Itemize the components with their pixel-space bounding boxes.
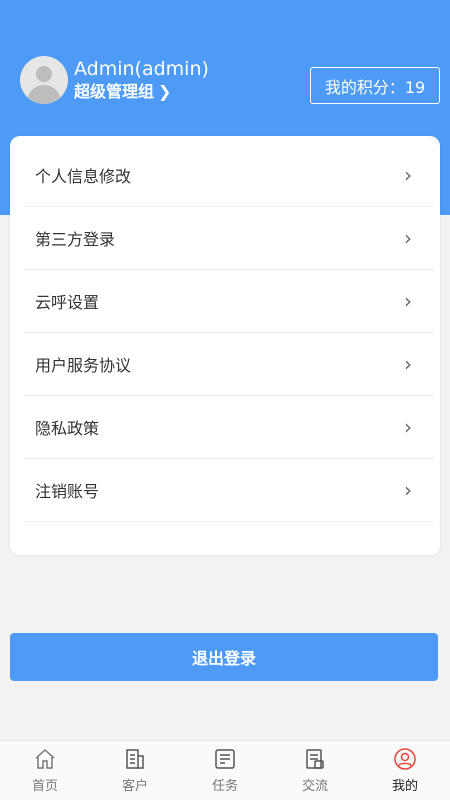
user-group-label: 超级管理组 (74, 82, 155, 101)
tab-mine[interactable]: 我的 (360, 741, 450, 800)
points-badge[interactable]: 我的积分：19 (310, 67, 440, 104)
user-group-link[interactable]: 超级管理组 ❯ (74, 81, 209, 103)
profile-text: Admin(admin) 超级管理组 ❯ (74, 57, 209, 103)
tab-label: 首页 (31, 779, 58, 794)
tab-label: 任务 (211, 779, 238, 794)
menu-item-label: 个人信息修改 (35, 167, 132, 186)
avatar-body-shape (27, 85, 61, 104)
menu-item-service-agreement[interactable]: 用户服务协议 › (24, 333, 434, 396)
menu-item-label: 第三方登录 (35, 230, 116, 249)
menu-item-label: 云呼设置 (35, 293, 100, 312)
home-icon (35, 748, 55, 769)
tab-label: 我的 (391, 779, 418, 794)
customer-icon (126, 749, 144, 769)
chevron-right-icon: › (404, 226, 412, 250)
settings-card: 个人信息修改 › 第三方登录 › 云呼设置 › 用户服务协议 › 隐私政策 › … (10, 136, 440, 555)
menu-item-label: 隐私政策 (35, 419, 100, 438)
menu-item-profile-edit[interactable]: 个人信息修改 › (24, 144, 434, 207)
chevron-right-icon: › (404, 163, 412, 187)
chevron-right-icon: › (404, 352, 412, 376)
tab-home[interactable]: 首页 (0, 741, 90, 800)
tab-customer[interactable]: 客户 (90, 741, 180, 800)
chevron-right-icon: › (404, 289, 412, 313)
user-icon (394, 748, 416, 770)
profile-section[interactable]: Admin(admin) 超级管理组 ❯ (20, 56, 209, 104)
menu-item-cloud-call-settings[interactable]: 云呼设置 › (24, 270, 434, 333)
menu-item-delete-account[interactable]: 注销账号 › (24, 459, 434, 522)
task-icon (215, 749, 235, 769)
tab-chat[interactable]: 交流 (270, 741, 360, 800)
menu-item-label: 注销账号 (35, 482, 100, 501)
avatar[interactable] (20, 56, 68, 104)
logout-button[interactable]: 退出登录 (10, 633, 438, 681)
tab-task[interactable]: 任务 (180, 741, 270, 800)
menu-item-label: 用户服务协议 (35, 356, 132, 375)
chevron-right-icon: › (404, 478, 412, 502)
menu-item-privacy-policy[interactable]: 隐私政策 › (24, 396, 434, 459)
menu-item-third-party-login[interactable]: 第三方登录 › (24, 207, 434, 270)
tab-label: 客户 (121, 779, 148, 794)
bottom-tab-bar: 首页 客户 任务 交流 我的 (0, 740, 450, 800)
chevron-right-icon: ❯ (158, 82, 172, 101)
tab-label: 交流 (301, 779, 328, 794)
user-name: Admin(admin) (74, 58, 209, 80)
chat-icon (306, 749, 324, 769)
chevron-right-icon: › (404, 415, 412, 439)
avatar-head-shape (36, 66, 52, 82)
